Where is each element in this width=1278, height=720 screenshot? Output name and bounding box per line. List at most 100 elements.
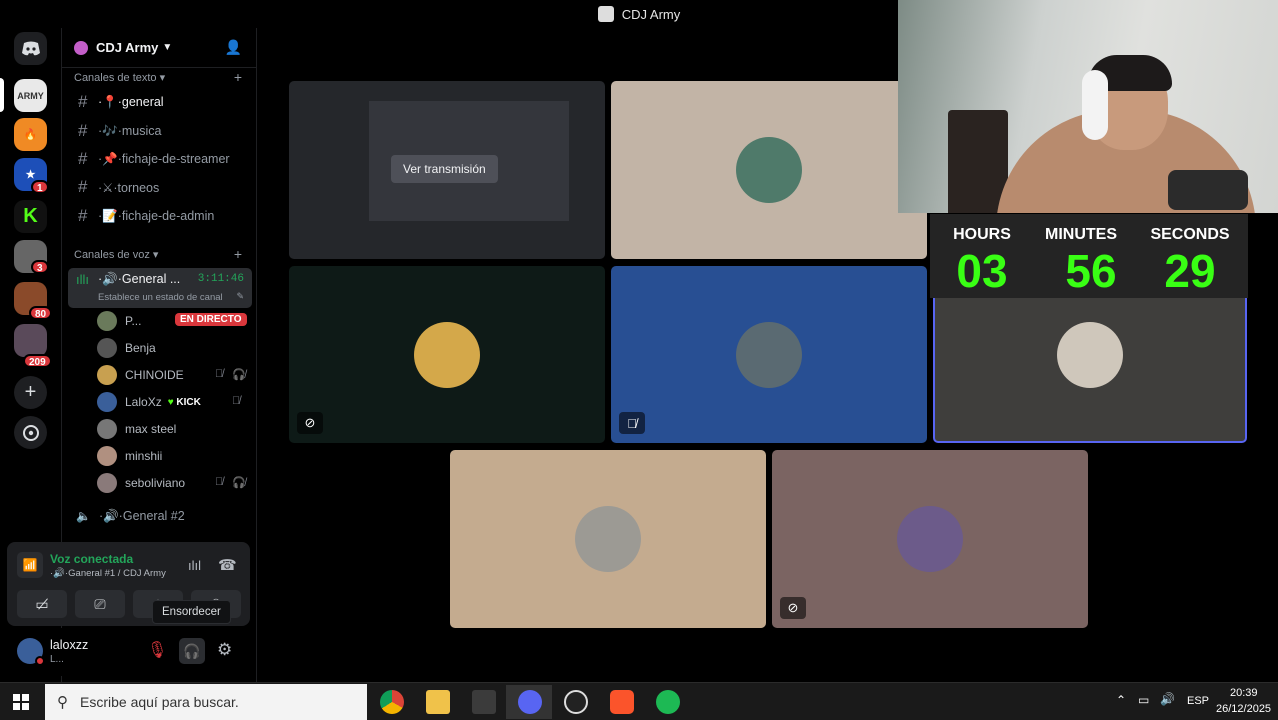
search-icon: ⚲ — [57, 694, 68, 711]
chrome-icon[interactable] — [380, 690, 404, 714]
guild-icon — [74, 40, 88, 55]
voice-channel-general-2[interactable]: 🔈 ·🔊·General #2 — [70, 503, 248, 529]
kick-tag: ♥ KICK — [167, 396, 201, 408]
voice-user[interactable]: P... — [97, 310, 141, 332]
league-icon[interactable] — [472, 690, 496, 714]
voice-location[interactable]: ·🔊·Ganeral #1 / CDJ Army — [50, 568, 166, 579]
channel-musica[interactable]: # ·🎶·musica — [72, 118, 250, 144]
channel-torneos[interactable]: # ·⚔·torneos — [72, 174, 250, 200]
share-screen-button[interactable]: ⎚ — [75, 590, 125, 618]
stream-tile[interactable]: Ver transmisión — [289, 81, 605, 259]
user-tile[interactable]: ⊘ — [772, 450, 1088, 628]
heart-icon: ♥ — [167, 396, 174, 408]
server-badge: 1 — [31, 180, 49, 194]
deafen-button[interactable]: 🎧 — [179, 638, 205, 664]
channel-fichaje-de-admin[interactable]: # ·📝·fichaje-de-admin — [72, 203, 250, 229]
channel-fichaje-de-streamer[interactable]: # ·📌·fichaje-de-streamer — [72, 146, 250, 172]
dnd-status-icon — [35, 656, 45, 666]
server-cdj-army[interactable]: ARMY — [14, 79, 47, 112]
add-text-channel-icon[interactable]: + — [234, 69, 242, 85]
hash-icon: # — [78, 149, 88, 168]
timer-seconds: 29 — [1164, 245, 1216, 297]
selected-server-pill — [0, 78, 4, 112]
clock-time[interactable]: 20:39 — [1230, 687, 1258, 699]
user-panel: laloxzz L... 🎙 🎧 ⚙ — [7, 628, 250, 676]
clock-date[interactable]: 26/12/2025 — [1216, 703, 1271, 715]
headphones — [1082, 70, 1108, 140]
voice-user[interactable]: Benja — [97, 337, 156, 359]
disconnect-icon[interactable]: ☎ — [218, 556, 237, 574]
camera-off-icon: ⊘ — [780, 597, 806, 619]
avatar — [897, 506, 963, 572]
avatar — [1057, 322, 1123, 388]
settings-gear-icon[interactable]: ⚙ — [217, 640, 232, 660]
discord-home-icon[interactable] — [14, 32, 47, 65]
avatar — [97, 473, 117, 493]
voice-category[interactable]: Canales de voz ▾ — [74, 248, 158, 261]
server-flame[interactable]: 🔥 — [14, 118, 47, 151]
brave-icon[interactable] — [610, 690, 634, 714]
noise-suppression-icon[interactable]: ılıl — [188, 558, 201, 573]
server-kick[interactable]: K — [14, 200, 47, 233]
windows-start-icon[interactable] — [13, 694, 29, 715]
voice-channel-general-1[interactable]: ıllı ·🔊·General ... 3:11:46 Establece un… — [68, 268, 252, 308]
edit-pencil-icon[interactable]: ✎ — [236, 291, 244, 302]
window-title: CDJ Army — [621, 6, 681, 22]
voice-user[interactable]: minshii — [97, 445, 162, 467]
avatar — [736, 137, 802, 203]
taskbar-search-input[interactable]: ⚲ Escribe aquí para buscar. — [45, 684, 367, 720]
avatar — [575, 506, 641, 572]
webcam-overlay — [898, 0, 1278, 213]
volume-icon[interactable]: 🔊 — [1160, 692, 1175, 706]
text-category[interactable]: Canales de texto ▾ — [74, 71, 165, 84]
hash-icon: # — [78, 177, 88, 196]
timer-hours-label: HOURS — [953, 226, 1011, 243]
server-avatar-3[interactable] — [14, 324, 47, 357]
guild-name: CDJ Army — [96, 40, 159, 55]
voice-activity-icon: ıllı — [76, 272, 89, 287]
voice-status[interactable]: Voz conectada — [50, 552, 133, 566]
voice-user[interactable]: CHINOIDE — [97, 364, 184, 386]
avatar — [97, 311, 117, 331]
mute-mic-button[interactable]: 🎙 — [147, 640, 167, 660]
voice-user[interactable]: max steel — [97, 418, 176, 440]
spotify-icon[interactable] — [656, 690, 680, 714]
avatar — [97, 338, 117, 358]
stream-timer: HOURS MINUTES SECONDS 03 56 29 — [930, 214, 1248, 298]
signal-icon[interactable]: 📶 — [17, 552, 43, 578]
server-badge: 209 — [23, 354, 52, 368]
timer-minutes-label: MINUTES — [1045, 226, 1117, 243]
avatar — [736, 322, 802, 388]
deafened-icon: 🎧̸ — [232, 369, 246, 381]
camera-off-button[interactable]: ▭̸ — [17, 590, 67, 618]
watch-stream-button[interactable]: Ver transmisión — [391, 155, 498, 183]
timer-hours: 03 — [956, 245, 1008, 297]
windows-taskbar: ⚲ Escribe aquí para buscar. ⌃ ▭ 🔊 ESP 20… — [0, 682, 1278, 720]
user-status: L... — [50, 654, 64, 665]
tray-chevron-up-icon[interactable]: ⌃ — [1116, 693, 1126, 707]
voice-channel-name: ·🔊·General ... — [98, 272, 181, 286]
language-indicator[interactable]: ESP — [1187, 695, 1209, 707]
username[interactable]: laloxzz — [50, 638, 88, 652]
file-explorer-icon[interactable] — [426, 690, 450, 714]
deafened-icon: 🎧̸ — [232, 477, 246, 489]
timer-seconds-label: SECONDS — [1150, 226, 1230, 243]
add-voice-channel-icon[interactable]: + — [234, 246, 242, 262]
channel-status-text[interactable]: Establece un estado de canal — [98, 292, 223, 303]
speaker-icon: 🔈 — [76, 509, 91, 523]
channel-general[interactable]: # ·📍·general — [72, 89, 250, 115]
obs-icon[interactable] — [564, 690, 588, 714]
network-icon[interactable]: ▭ — [1138, 693, 1149, 707]
user-tile[interactable]: 🎙̸ — [611, 266, 927, 443]
user-tile[interactable] — [450, 450, 766, 628]
discover-icon[interactable] — [14, 416, 47, 449]
invite-people-icon[interactable]: 👤 — [225, 39, 242, 56]
voice-duration: 3:11:46 — [197, 273, 244, 285]
voice-user[interactable]: seboliviano — [97, 472, 185, 494]
guild-header[interactable]: CDJ Army ▼ 👤 — [62, 28, 256, 68]
voice-user[interactable]: LaloXz ♥ KICK — [97, 391, 201, 413]
user-tile[interactable]: ⊘ — [289, 266, 605, 443]
add-server-button[interactable]: + — [14, 376, 47, 409]
user-tile[interactable] — [611, 81, 927, 259]
discord-taskbar-icon[interactable] — [518, 690, 542, 714]
